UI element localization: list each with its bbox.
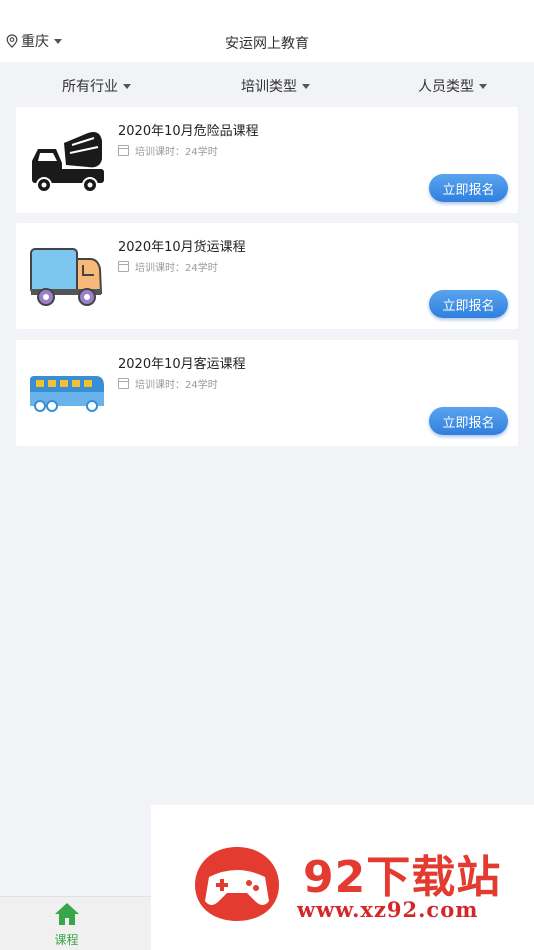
course-title: 2020年10月危险品课程	[118, 124, 259, 139]
filter-training-type-label: 培训类型	[241, 79, 297, 95]
delivery-truck-icon	[26, 241, 106, 311]
page-title: 安运网上教育	[225, 36, 309, 52]
course-meta: 培训课时：24学时	[118, 376, 218, 391]
chevron-down-icon	[479, 83, 487, 89]
home-icon	[54, 903, 79, 925]
course-card[interactable]: 2020年10月客运课程 培训课时：24学时 立即报名	[16, 340, 518, 446]
filter-personnel-type-label: 人员类型	[418, 79, 474, 95]
filter-personnel-type[interactable]: 人员类型	[418, 76, 487, 96]
enroll-button[interactable]: 立即报名	[429, 174, 508, 202]
bus-icon	[26, 358, 106, 428]
top-header: 重庆 安运网上教育	[0, 0, 534, 62]
chevron-down-icon	[302, 83, 310, 89]
tab-course-label: 课程	[54, 933, 79, 947]
course-meta: 培训课时：24学时	[118, 143, 218, 158]
chevron-down-icon	[123, 83, 131, 89]
filter-industry-label: 所有行业	[62, 79, 118, 95]
gamepad-logo-icon	[195, 847, 279, 921]
course-title: 2020年10月货运课程	[118, 240, 246, 255]
course-title: 2020年10月客运课程	[118, 357, 246, 372]
watermark-brand: 92下载站	[303, 852, 502, 903]
tab-course[interactable]: 课程	[0, 902, 133, 948]
bottom-tab-bar: 课程	[0, 896, 151, 950]
filter-training-type[interactable]: 培训类型	[241, 76, 310, 96]
enroll-button[interactable]: 立即报名	[429, 407, 508, 435]
filter-bar: 所有行业 培训类型 人员类型	[0, 62, 534, 106]
mixer-truck-icon	[26, 125, 106, 195]
calendar-icon	[118, 378, 129, 389]
watermark-banner: 92下载站 www.xz92.com	[151, 805, 534, 950]
calendar-icon	[118, 261, 129, 272]
course-hours: 培训课时：24学时	[135, 263, 218, 274]
enroll-button[interactable]: 立即报名	[429, 290, 508, 318]
course-card[interactable]: 2020年10月货运课程 培训课时：24学时 立即报名	[16, 223, 518, 329]
watermark-url: www.xz92.com	[297, 897, 479, 922]
calendar-icon	[118, 145, 129, 156]
filter-industry[interactable]: 所有行业	[62, 76, 131, 96]
course-hours: 培训课时：24学时	[135, 147, 218, 158]
course-hours: 培训课时：24学时	[135, 380, 218, 391]
course-meta: 培训课时：24学时	[118, 259, 218, 274]
course-card[interactable]: 2020年10月危险品课程 培训课时：24学时 立即报名	[16, 107, 518, 213]
